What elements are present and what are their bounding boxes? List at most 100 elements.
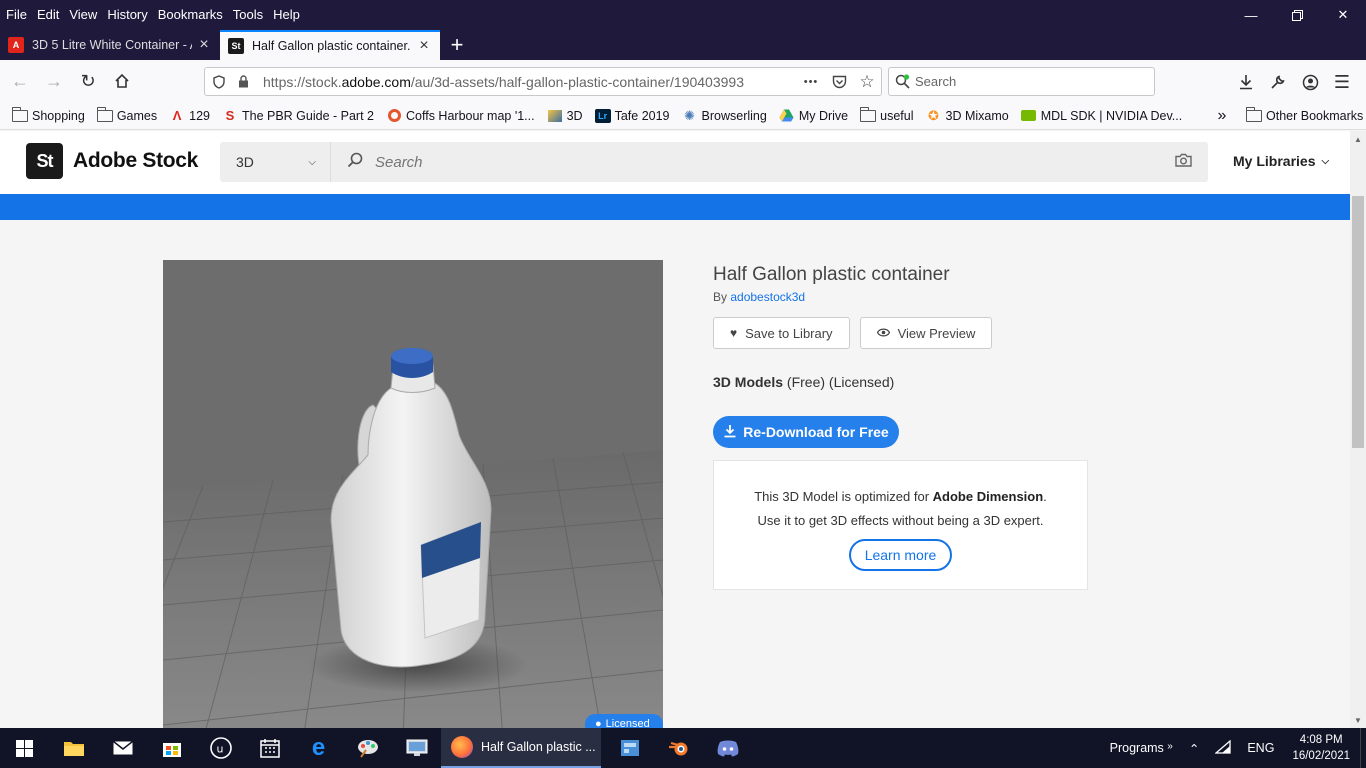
forward-icon[interactable]: → [38, 65, 70, 97]
downloads-icon[interactable] [1230, 66, 1262, 98]
bookmark-3d[interactable]: 3D [541, 109, 589, 123]
bookmark-star-icon[interactable]: ☆ [853, 68, 881, 96]
account-icon[interactable] [1294, 66, 1326, 98]
lightroom-icon: Lr [594, 108, 611, 123]
adobe-dimension-promo: This 3D Model is optimized for Adobe Dim… [713, 460, 1088, 590]
minimize-icon[interactable]: — [1228, 0, 1274, 30]
edge-icon[interactable]: e [294, 728, 343, 768]
window-controls: — ✕ [1228, 0, 1366, 30]
bookmark-games[interactable]: Games [91, 106, 163, 123]
bookmark-my-drive[interactable]: My Drive [773, 109, 854, 123]
address-bar[interactable]: https://stock.adobe.com/au/3d-assets/hal… [204, 67, 882, 96]
blender-icon[interactable] [654, 728, 703, 768]
tab-half-gallon-container[interactable]: St Half Gallon plastic container. B × [220, 30, 440, 60]
windows-start-icon[interactable] [0, 728, 49, 768]
bookmark-coffs-harbour-map[interactable]: Coffs Harbour map '1... [380, 109, 541, 123]
show-hidden-icons-icon[interactable]: ⌃ [1181, 741, 1207, 756]
page-scrollbar[interactable]: ▲ ▼ [1350, 131, 1366, 728]
my-libraries-button[interactable]: My Libraries ⌵ [1233, 153, 1329, 169]
clock-date: 16/02/2021 [1292, 750, 1350, 762]
remote-desktop-icon[interactable] [392, 728, 441, 768]
close-tab-icon[interactable]: × [196, 36, 212, 54]
substance-icon: S [225, 108, 235, 123]
taskbar-firefox-window[interactable]: Half Gallon plastic ... [441, 728, 601, 768]
menu-edit[interactable]: Edit [32, 5, 64, 25]
image-icon [547, 109, 563, 123]
programs-toolbar[interactable]: Programs » [1102, 741, 1181, 755]
scroll-thumb[interactable] [1352, 196, 1364, 448]
restore-icon[interactable] [1274, 0, 1320, 30]
reload-icon[interactable]: ↻ [72, 65, 104, 97]
menu-tools[interactable]: Tools [228, 5, 268, 25]
asset-byline: By adobestock3d [713, 290, 806, 304]
folder-icon [96, 106, 113, 123]
camera-icon[interactable] [1175, 153, 1192, 171]
asset-type-select[interactable]: 3D ⌵ [220, 142, 331, 182]
close-tab-icon[interactable]: × [416, 37, 432, 55]
nvidia-icon [1021, 109, 1037, 123]
adobe-stock-logo[interactable]: St Adobe Stock [26, 143, 198, 179]
view-preview-button[interactable]: View Preview [859, 317, 993, 349]
clock-time: 4:08 PM [1299, 734, 1343, 746]
page-content: St Adobe Stock 3D ⌵ My Libraries ⌵ [0, 131, 1350, 728]
bookmark-browserling[interactable]: ✺ Browserling [676, 107, 773, 123]
stock-search-box [331, 142, 1208, 182]
menu-bookmarks[interactable]: Bookmarks [153, 5, 228, 25]
pocket-icon[interactable] [825, 68, 853, 96]
tab-3d-5-litre-container[interactable]: A 3D 5 Litre White Container - Ad × [0, 30, 220, 60]
language-indicator[interactable]: ENG [1239, 741, 1282, 755]
browser-search-bar[interactable]: Search [888, 67, 1155, 96]
bookmark-shopping[interactable]: Shopping [6, 106, 91, 123]
save-to-library-button[interactable]: ♥ Save to Library [713, 317, 850, 349]
scroll-down-icon[interactable]: ▼ [1350, 712, 1366, 728]
menu-history[interactable]: History [102, 5, 152, 25]
bookmark-3d-mixamo[interactable]: ✪ 3D Mixamo [920, 107, 1015, 123]
menu-file[interactable]: File [1, 5, 32, 25]
network-icon[interactable] [1207, 739, 1239, 757]
system-tray: Programs » ⌃ ENG 4:08 PM 16/02/2021 [1102, 728, 1366, 768]
microsoft-store-icon[interactable] [147, 728, 196, 768]
discord-icon[interactable] [703, 728, 752, 768]
bookmark-useful[interactable]: useful [854, 106, 919, 123]
asset-actions: ♥ Save to Library View Preview [713, 317, 1093, 349]
menu-help[interactable]: Help [268, 5, 305, 25]
url-text[interactable]: https://stock.adobe.com/au/3d-assets/hal… [263, 74, 797, 90]
learn-more-button[interactable]: Learn more [848, 539, 953, 571]
browserling-icon: ✺ [684, 107, 695, 123]
page-actions-icon[interactable]: ••• [797, 68, 825, 96]
map-icon [386, 109, 402, 123]
file-explorer-icon[interactable] [49, 728, 98, 768]
new-tab-icon[interactable]: + [440, 30, 474, 60]
home-icon[interactable] [106, 65, 138, 97]
paint-icon[interactable] [343, 728, 392, 768]
back-icon[interactable]: ← [4, 65, 36, 97]
bookmark-129[interactable]: Λ 129 [163, 108, 216, 123]
control-panel-icon[interactable] [605, 728, 654, 768]
more-bookmarks-chevron-icon[interactable]: » [1212, 102, 1232, 130]
clock[interactable]: 4:08 PM 16/02/2021 [1282, 732, 1360, 764]
tracking-protection-icon[interactable] [205, 68, 233, 96]
bookmark-tafe-2019[interactable]: Lr Tafe 2019 [589, 108, 676, 123]
hamburger-menu-icon[interactable]: ☰ [1326, 66, 1358, 98]
stock-search-input[interactable] [375, 153, 1155, 171]
svg-text:u: u [216, 743, 223, 756]
bookmark-pbr-guide[interactable]: S The PBR Guide - Part 2 [216, 108, 380, 123]
lock-icon[interactable] [233, 68, 253, 96]
unreal-engine-icon[interactable]: u [196, 728, 245, 768]
bookmark-mdl-sdk-nvidia[interactable]: MDL SDK | NVIDIA Dev... [1015, 109, 1188, 123]
bookmarks-toolbar: Shopping Games Λ 129 S The PBR Guide - P… [0, 102, 1366, 130]
asset-preview-image[interactable] [163, 260, 663, 728]
calendar-icon[interactable] [245, 728, 294, 768]
re-download-button[interactable]: Re-Download for Free [713, 416, 899, 448]
author-link[interactable]: adobestock3d [730, 290, 805, 304]
wrench-icon[interactable] [1262, 66, 1294, 98]
mixamo-icon: ✪ [928, 107, 939, 123]
menu-view[interactable]: View [64, 5, 102, 25]
bookmark-other-bookmarks[interactable]: Other Bookmarks [1240, 102, 1366, 130]
asset-type-value: 3D [236, 154, 254, 170]
scroll-up-icon[interactable]: ▲ [1350, 131, 1366, 147]
tab-bar: A 3D 5 Litre White Container - Ad × St H… [0, 30, 1366, 60]
close-window-icon[interactable]: ✕ [1320, 0, 1366, 30]
show-desktop-button[interactable] [1360, 728, 1366, 768]
mail-icon[interactable] [98, 728, 147, 768]
